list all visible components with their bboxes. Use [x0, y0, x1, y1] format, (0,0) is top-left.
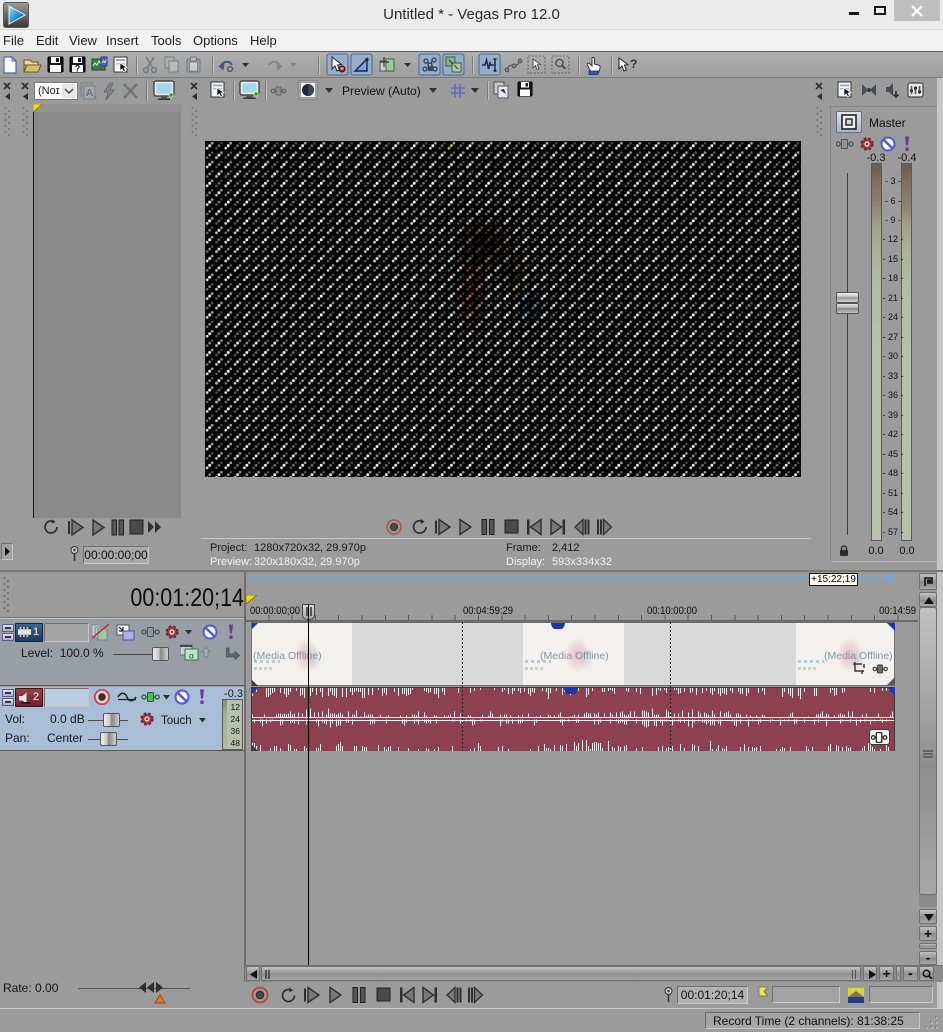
svg-text:?: ? — [630, 57, 637, 71]
svg-text:α: α — [189, 651, 194, 661]
svg-text:A: A — [86, 88, 93, 99]
svg-text:Preview (Auto): Preview (Auto) — [342, 84, 421, 98]
svg-text:?: ? — [75, 64, 81, 74]
svg-text:Touch: Touch — [161, 715, 192, 727]
